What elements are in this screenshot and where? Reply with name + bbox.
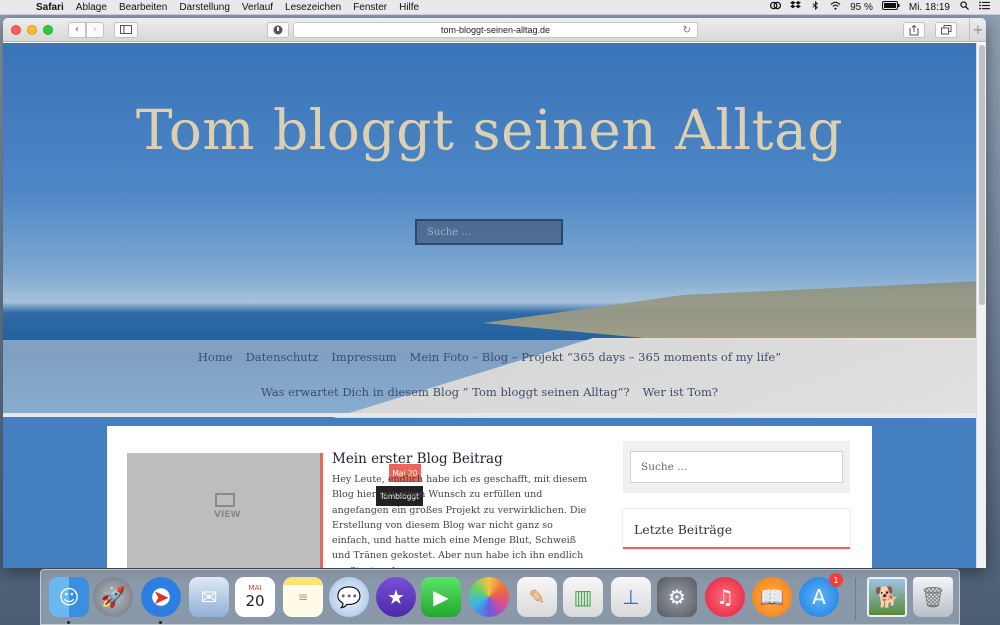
minimize-window-button[interactable] [27, 24, 37, 35]
forward-button[interactable]: › [86, 21, 104, 38]
notes-icon[interactable]: ≡ [283, 577, 323, 617]
nav-item-foto-projekt[interactable]: Mein Foto – Blog – Projekt “365 days – 3… [410, 350, 782, 364]
battery-icon[interactable] [881, 1, 900, 13]
view-label: VIEW [214, 510, 241, 520]
calendar-month: MAI [248, 584, 262, 592]
tabs-overview-icon [940, 25, 951, 35]
running-indicator [159, 621, 162, 624]
plus-icon: + [972, 22, 984, 38]
back-button[interactable]: ‹ [68, 21, 86, 38]
zoom-window-button[interactable] [43, 24, 53, 35]
imovie-icon[interactable]: ★ [376, 577, 416, 617]
menu-bearbeiten[interactable]: Bearbeiten [113, 2, 173, 13]
sidebar-icon [120, 25, 132, 34]
dropbox-icon[interactable] [790, 1, 801, 13]
menu-bar: Safari Ablage Bearbeiten Darstellung Ver… [0, 0, 1000, 15]
spotlight-icon[interactable] [959, 1, 970, 13]
new-tab-button[interactable]: + [969, 18, 986, 42]
content-area: VIEW Mai 20 Tombloggt Mein erster Blog B… [107, 426, 872, 568]
view-placeholder: VIEW [214, 493, 240, 520]
nav-item-was-erwartet-dich[interactable]: Was erwartet Dich in diesem Blog ” Tom b… [261, 385, 630, 399]
launchpad-icon[interactable]: 🚀 [93, 577, 133, 617]
sidebar-toggle-button[interactable] [114, 21, 138, 38]
calendar-icon[interactable]: MAI 20 [235, 577, 275, 617]
address-bar-url: tom-bloggt-seinen-alltag.de [440, 25, 551, 35]
finder-icon[interactable]: ☺ [49, 577, 89, 617]
messages-icon[interactable]: 💬 [329, 577, 369, 617]
numbers-icon[interactable]: ▥ [563, 577, 603, 617]
menu-app-safari[interactable]: Safari [30, 2, 70, 13]
ibooks-icon[interactable]: 📖 [752, 577, 792, 617]
header-divider [3, 413, 976, 417]
menu-hilfe[interactable]: Hilfe [393, 2, 425, 13]
menubar-clock[interactable]: Mi. 18:19 [909, 2, 950, 13]
web-page: Tom bloggt seinen Alltag Suche … Home Da… [3, 43, 976, 568]
keynote-icon[interactable]: ⊥ [611, 577, 651, 617]
safari-toolbar: ‹ › tom-bloggt-seinen-alltag.de ↻ + [3, 18, 986, 42]
recent-posts-widget: Letzte Beiträge [623, 509, 850, 549]
dock: ☺ 🚀 ➤ ✉ MAI 20 ≡ 💬 ★ ▶ ✎ ▥ ⊥ ⚙ ♫ 📖 A 1 🐕… [40, 569, 960, 625]
pages-icon[interactable]: ✎ [517, 577, 557, 617]
app-store-icon[interactable]: A 1 [799, 573, 843, 617]
wifi-icon[interactable] [830, 1, 841, 13]
navigation-buttons: ‹ › [68, 21, 104, 38]
post-excerpt: Hey Leute, endlich habe ich es geschafft… [332, 474, 588, 568]
scrollbar-thumb[interactable] [979, 45, 985, 305]
trash-icon[interactable]: 🗑 [913, 577, 953, 617]
sidebar-search-widget: Suche … [623, 441, 850, 493]
image-icon [215, 493, 235, 507]
mail-icon[interactable]: ✉ [189, 577, 229, 617]
menu-darstellung[interactable]: Darstellung [173, 2, 236, 13]
downloads-stack-icon[interactable]: 🐕 [867, 577, 907, 617]
address-bar[interactable]: tom-bloggt-seinen-alltag.de ↻ [293, 22, 698, 38]
creative-cloud-icon[interactable] [770, 1, 782, 13]
sidebar-search-input[interactable]: Suche … [630, 451, 843, 483]
show-tabs-button[interactable] [935, 22, 957, 38]
share-button[interactable] [903, 22, 925, 38]
share-icon [909, 24, 919, 35]
window-controls [11, 24, 53, 35]
app-store-badge: 1 [829, 573, 843, 587]
photos-icon[interactable] [469, 577, 509, 617]
post-title[interactable]: Mein erster Blog Beitrag [332, 451, 503, 467]
nav-item-home[interactable]: Home [198, 350, 233, 364]
facetime-icon[interactable]: ▶ [421, 577, 461, 617]
calendar-day: 20 [245, 592, 265, 610]
hero-search-placeholder: Suche … [427, 226, 472, 238]
notification-center-icon[interactable] [979, 1, 990, 13]
bluetooth-icon[interactable] [810, 1, 821, 13]
close-window-button[interactable] [11, 24, 21, 35]
menu-fenster[interactable]: Fenster [347, 2, 393, 13]
main-navigation: Home Datenschutz Impressum Mein Foto – B… [3, 340, 976, 413]
nav-item-datenschutz[interactable]: Datenschutz [246, 350, 319, 364]
site-title[interactable]: Tom bloggt seinen Alltag [3, 98, 976, 162]
page-scrollbar[interactable] [976, 43, 986, 568]
itunes-icon[interactable]: ♫ [705, 577, 745, 617]
dock-separator [855, 578, 856, 620]
safari-icon[interactable]: ➤ [141, 577, 181, 617]
menu-ablage[interactable]: Ablage [70, 2, 113, 13]
shield-icon [273, 25, 283, 35]
recent-posts-title: Letzte Beiträge [634, 522, 733, 537]
nav-item-wer-ist-tom[interactable]: Wer ist Tom? [643, 385, 718, 399]
running-indicator [67, 621, 70, 624]
post-thumbnail[interactable]: VIEW [127, 453, 320, 568]
chevron-right-icon: › [93, 24, 97, 35]
hero-search-input[interactable]: Suche … [415, 219, 563, 245]
post-accent-line [320, 453, 323, 568]
chevron-left-icon: ‹ [75, 24, 79, 35]
menu-verlauf[interactable]: Verlauf [236, 2, 279, 13]
nav-item-impressum[interactable]: Impressum [331, 350, 396, 364]
privacy-shield-button[interactable] [267, 22, 289, 38]
system-preferences-icon[interactable]: ⚙ [657, 577, 697, 617]
battery-percent: 95 % [850, 1, 873, 13]
sidebar-search-placeholder: Suche … [641, 461, 688, 473]
safari-window: ‹ › tom-bloggt-seinen-alltag.de ↻ + Tom … [3, 18, 986, 568]
reload-icon[interactable]: ↻ [683, 25, 691, 36]
menu-lesezeichen[interactable]: Lesezeichen [279, 2, 347, 13]
